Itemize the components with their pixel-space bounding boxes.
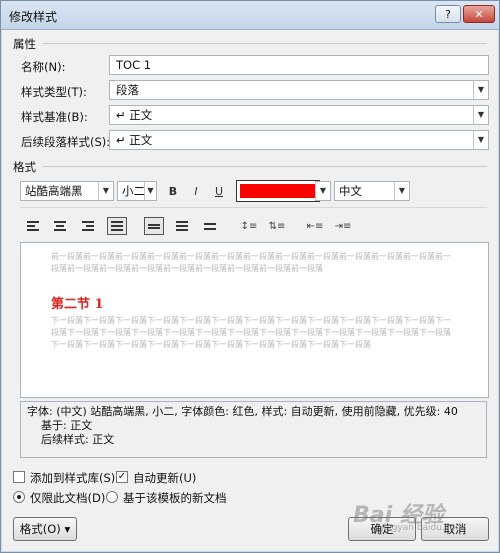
style-description: 字体: (中文) 站酷高端黑, 小二, 字体颜色: 红色, 样式: 自动更新, … xyxy=(20,401,487,458)
chevron-down-icon: ▼ xyxy=(98,182,113,200)
font-color-dropdown[interactable]: ▼ xyxy=(315,181,331,201)
format-menu-button[interactable]: 格式(O) ▾ xyxy=(13,517,77,541)
underline-button[interactable]: U xyxy=(209,181,229,201)
chevron-down-icon: ▼ xyxy=(473,131,488,149)
single-spacing-icon[interactable] xyxy=(144,217,164,235)
font-size-select[interactable]: 小二 ▼ xyxy=(117,181,157,201)
decrease-paragraph-spacing-icon[interactable]: ⇅≡ xyxy=(267,217,287,235)
based-on-value: ↵ 正文 xyxy=(116,108,153,122)
italic-button[interactable]: I xyxy=(186,181,206,201)
decrease-indent-icon[interactable]: ⇤≡ xyxy=(305,217,325,235)
next-style-value: ↵ 正文 xyxy=(116,133,153,147)
add-to-gallery-checkbox[interactable] xyxy=(13,471,25,483)
close-button[interactable]: ✕ xyxy=(463,5,495,23)
new-documents-radio[interactable] xyxy=(106,491,118,503)
chevron-down-icon: ▼ xyxy=(473,81,488,99)
style-type-value: 段落 xyxy=(116,83,139,97)
title-bar: 修改样式 ? ✕ xyxy=(1,1,499,30)
language-value: 中文 xyxy=(339,184,362,198)
style-preview: 前一段落前一段落前一段落前一段落前一段落前一段落前一段落前一段落前一段落前一段落… xyxy=(20,242,489,398)
chevron-down-icon: ▼ xyxy=(394,182,409,200)
next-style-select[interactable]: ↵ 正文 ▼ xyxy=(109,130,489,150)
auto-update-label: 自动更新(U) xyxy=(133,471,197,485)
previous-paragraph-text: 前一段落前一段落前一段落前一段落前一段落前一段落前一段落前一段落前一段落前一段落… xyxy=(51,252,451,273)
properties-divider xyxy=(43,43,487,44)
align-right-icon[interactable] xyxy=(78,217,98,235)
toolbar-divider xyxy=(20,207,487,208)
font-name-select[interactable]: 站酷高端黑 ▼ xyxy=(20,181,114,201)
auto-update-checkbox[interactable]: ✓ xyxy=(116,471,128,483)
name-field[interactable]: TOC 1 xyxy=(109,55,489,75)
help-button[interactable]: ? xyxy=(435,5,461,23)
style-type-select[interactable]: 段落 ▼ xyxy=(109,80,489,100)
font-color-picker[interactable] xyxy=(236,180,320,202)
align-left-icon[interactable] xyxy=(23,217,43,235)
language-select[interactable]: 中文 ▼ xyxy=(334,181,410,201)
description-line: 基于: 正文 xyxy=(41,419,93,432)
properties-section-title: 属性 xyxy=(13,37,36,51)
description-line: 字体: (中文) 站酷高端黑, 小二, 字体颜色: 红色, 样式: 自动更新, … xyxy=(27,405,458,418)
preview-heading: 第二节 1 xyxy=(51,297,104,312)
next-paragraph-text: 下一段落下一段落下一段落下一段落下一段落下一段落下一段落下一段落下一段落下一段落… xyxy=(51,316,451,349)
increase-paragraph-spacing-icon[interactable]: ↕≡ xyxy=(239,217,259,235)
format-section-title: 格式 xyxy=(13,160,36,174)
based-on-select[interactable]: ↵ 正文 ▼ xyxy=(109,105,489,125)
chevron-down-icon: ▼ xyxy=(315,182,330,200)
description-line: 后续样式: 正文 xyxy=(41,433,115,446)
format-divider xyxy=(43,166,487,167)
font-name-value: 站酷高端黑 xyxy=(25,184,83,198)
add-to-gallery-label: 添加到样式库(S) xyxy=(30,471,116,485)
new-documents-label: 基于该模板的新文档 xyxy=(123,491,227,505)
watermark-url: jingyan.baidu.com xyxy=(381,523,465,533)
modify-style-dialog: 修改样式 ? ✕ 属性 名称(N): TOC 1 样式类型(T): 段落 ▼ 样… xyxy=(0,0,500,553)
chevron-down-icon: ▼ xyxy=(473,106,488,124)
justify-icon[interactable] xyxy=(107,217,127,235)
this-document-only-radio[interactable] xyxy=(13,491,25,503)
this-document-only-label: 仅限此文档(D) xyxy=(30,491,106,505)
one-half-spacing-icon[interactable] xyxy=(172,217,192,235)
increase-indent-icon[interactable]: ⇥≡ xyxy=(333,217,353,235)
double-spacing-icon[interactable] xyxy=(200,217,220,235)
next-style-label: 后续段落样式(S): xyxy=(21,135,111,149)
font-color-swatch xyxy=(240,184,316,198)
style-type-label: 样式类型(T): xyxy=(21,85,87,99)
chevron-down-icon: ▼ xyxy=(144,182,156,200)
based-on-label: 样式基准(B): xyxy=(21,110,88,124)
dialog-title: 修改样式 xyxy=(9,10,58,24)
font-size-value: 小二 xyxy=(122,184,145,198)
bold-button[interactable]: B xyxy=(163,181,183,201)
name-label: 名称(N): xyxy=(21,60,66,74)
align-center-icon[interactable] xyxy=(50,217,70,235)
